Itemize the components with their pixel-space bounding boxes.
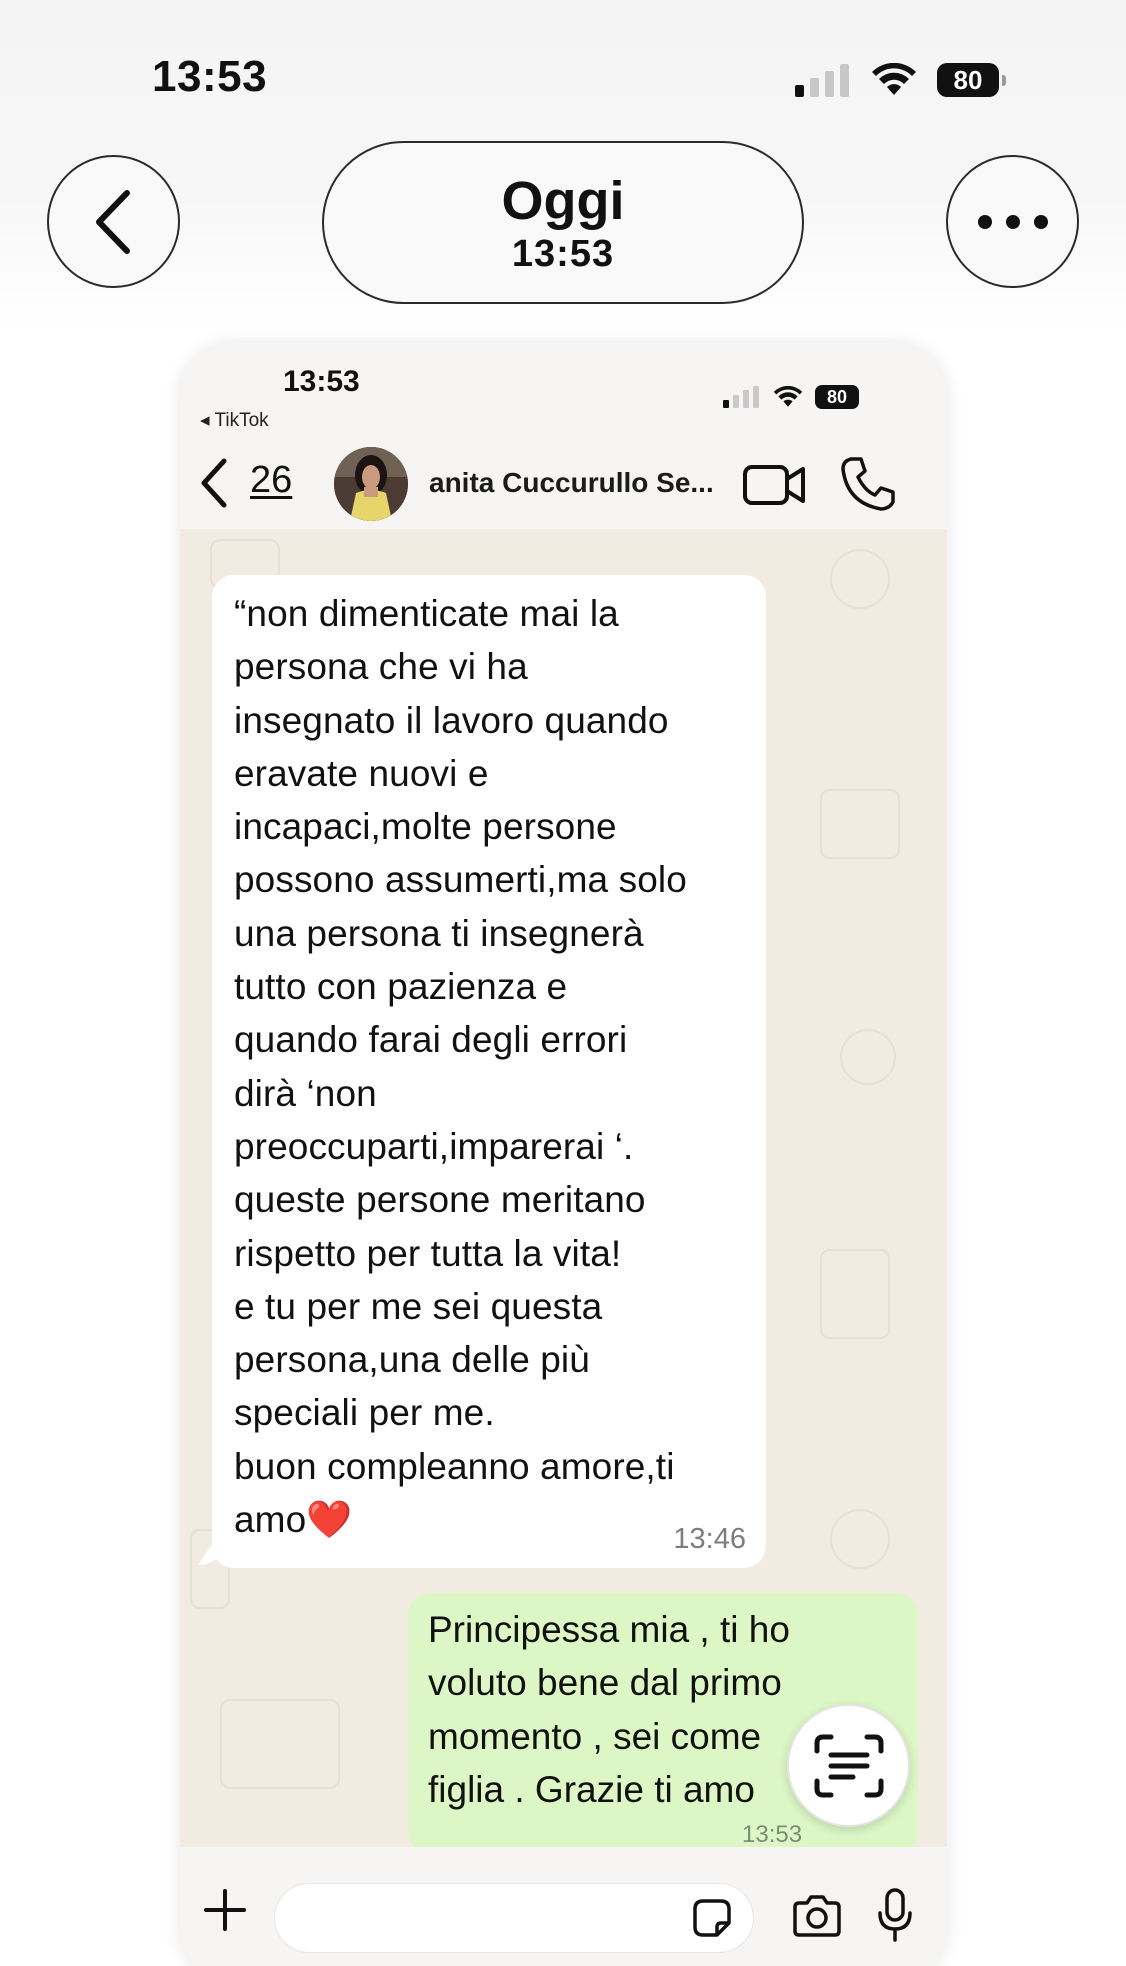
wifi-icon [872,63,916,95]
chat-back-icon[interactable] [194,453,238,513]
embedded-screenshot: 13:53 ◂ TikTok 80 26 anita Cuccurullo Se… [180,343,947,1966]
unread-count[interactable]: 26 [250,459,292,502]
back-button[interactable] [47,155,180,288]
battery-icon: 80 [937,63,1006,97]
microphone-icon[interactable] [877,1887,913,1943]
status-icons: 80 [795,58,1006,102]
phone-icon[interactable] [839,455,895,513]
message-time: 13:46 [673,1523,746,1555]
page-title: Oggi [501,170,625,231]
status-time: 13:53 [152,52,268,101]
back-to-app-link[interactable]: ◂ TikTok [200,409,269,432]
camera-icon[interactable] [791,1893,843,1939]
sticker-icon[interactable] [691,1897,733,1939]
plus-icon[interactable] [202,1887,248,1933]
more-button[interactable] [946,155,1079,288]
message-composer [180,1847,947,1966]
message-text: “non dimenticate mai la persona che vi h… [234,593,687,1541]
date-pill: Oggi 13:53 [322,141,804,304]
inner-status-time: 13:53 [283,365,360,398]
more-icon [977,214,1048,229]
inner-wifi-icon [773,386,803,407]
video-call-icon[interactable] [742,461,806,509]
message-time: 13:53 [742,1821,803,1848]
page-subtitle: 13:53 [511,232,615,275]
text-scan-icon [814,1734,883,1797]
live-text-scan-button[interactable] [787,1704,910,1827]
message-input[interactable] [274,1883,754,1953]
back-chevron-icon [95,189,130,254]
incoming-message[interactable]: “non dimenticate mai la persona che vi h… [212,575,766,1568]
chat-header: 13:53 ◂ TikTok 80 26 anita Cuccurullo Se… [180,343,947,529]
contact-name[interactable]: anita Cuccurullo Se... [429,467,714,499]
inner-status-icons: 80 [723,385,859,409]
inner-battery-icon: 80 [815,385,859,409]
inner-signal-icon [723,386,759,408]
signal-icon [795,63,849,97]
avatar[interactable] [334,447,408,521]
